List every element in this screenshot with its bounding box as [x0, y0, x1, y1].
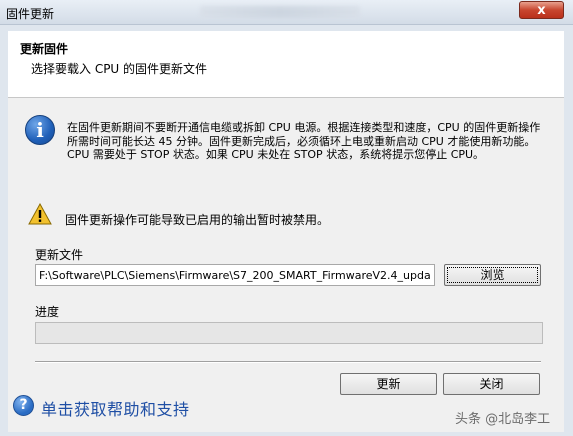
watermark: 头条 @北岛李工: [455, 412, 551, 427]
browse-button[interactable]: 浏览: [444, 264, 541, 286]
info-message: 在固件更新期间不要断开通信电缆或拆卸 CPU 电源。根据连接类型和速度，CPU …: [67, 121, 541, 161]
warning-icon: [28, 203, 52, 225]
window-title: 固件更新: [6, 7, 55, 21]
progress-bar: [35, 322, 543, 344]
dialog-header: 更新固件 选择要载入 CPU 的固件更新文件: [8, 31, 564, 98]
browse-focus-ring: [447, 267, 538, 283]
title-bar: 固件更新 x: [0, 0, 573, 25]
help-link[interactable]: 单击获取帮助和支持: [41, 396, 190, 420]
window-close-button[interactable]: x: [519, 1, 564, 19]
update-file-label: 更新文件: [35, 248, 84, 262]
progress-label: 进度: [35, 305, 60, 319]
update-button[interactable]: 更新: [340, 373, 437, 395]
header-title: 更新固件: [20, 42, 69, 56]
title-bar-blur: [200, 6, 360, 18]
info-icon: i: [25, 115, 55, 145]
close-button[interactable]: 关闭: [443, 373, 540, 395]
header-subtitle: 选择要载入 CPU 的固件更新文件: [31, 62, 208, 76]
help-icon[interactable]: ?: [13, 395, 34, 416]
warning-message: 固件更新操作可能导致已启用的输出暂时被禁用。: [65, 213, 330, 227]
update-file-path-input[interactable]: [35, 264, 435, 286]
divider: [35, 361, 541, 363]
